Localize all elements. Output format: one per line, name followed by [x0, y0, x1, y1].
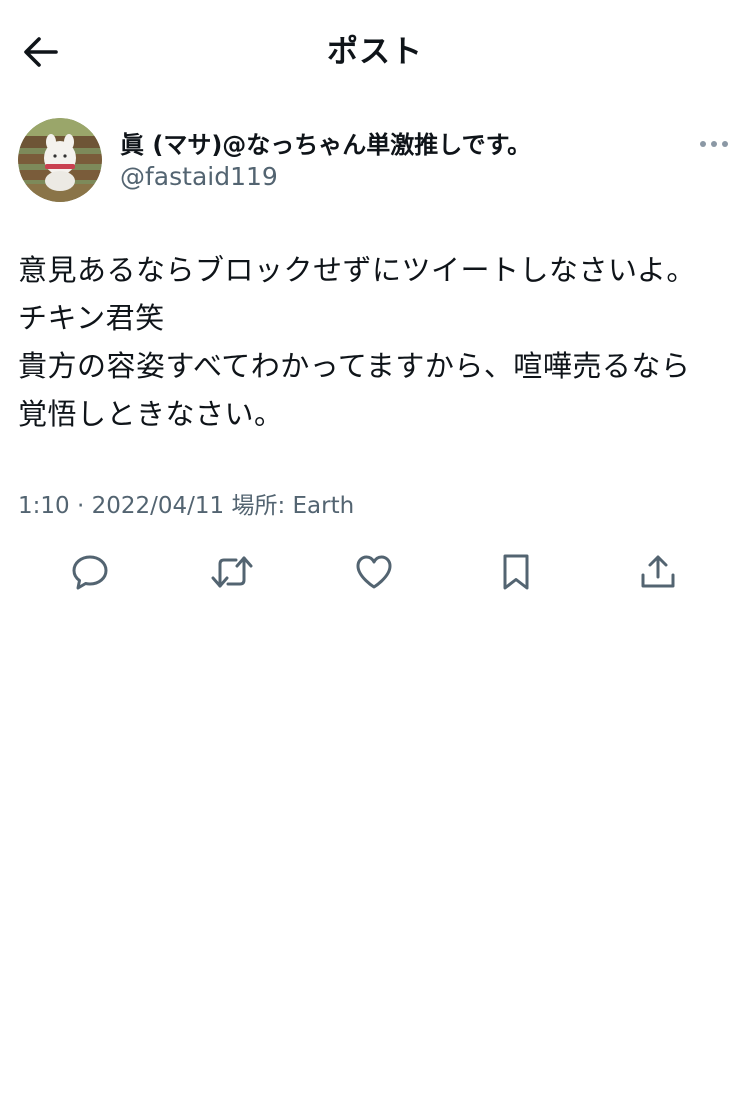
post-text-line: 覚悟しときなさい。: [18, 397, 284, 431]
post-timestamp-location: 1:10 · 2022/04/11 場所: Earth: [18, 493, 355, 519]
post-text-line: 貴方の容姿すべてわかってますから、喧嘩売るなら: [18, 349, 691, 383]
author-display-name[interactable]: 眞 (マサ)@なっちゃん単激推しです。: [120, 125, 531, 160]
post-text: 意見あるならブロックせずにツイートしなさいよ。 チキン君笑 貴方の容姿すべてわか…: [18, 246, 732, 438]
like-icon: [356, 555, 392, 589]
bookmark-icon: [503, 554, 529, 590]
share-button[interactable]: [632, 546, 684, 598]
post-text-line: チキン君笑: [18, 301, 165, 335]
repost-button[interactable]: [206, 546, 258, 598]
bookmark-button[interactable]: [490, 546, 542, 598]
post-text-line: 意見あるならブロックせずにツイートしなさいよ。: [18, 253, 696, 287]
top-bar: ポスト: [0, 0, 750, 100]
avatar-photo: [18, 118, 102, 202]
more-horizontal-icon: [700, 141, 728, 147]
post-actions-bar: [0, 540, 750, 600]
repost-icon: [211, 556, 253, 588]
share-icon: [641, 555, 675, 588]
reply-icon: [72, 555, 108, 590]
more-options-button[interactable]: [694, 130, 734, 158]
avatar[interactable]: [18, 118, 102, 202]
author-handle[interactable]: @fastaid119: [120, 162, 278, 191]
reply-button[interactable]: [64, 546, 116, 598]
like-button[interactable]: [348, 546, 400, 598]
page-title: ポスト: [327, 34, 423, 70]
